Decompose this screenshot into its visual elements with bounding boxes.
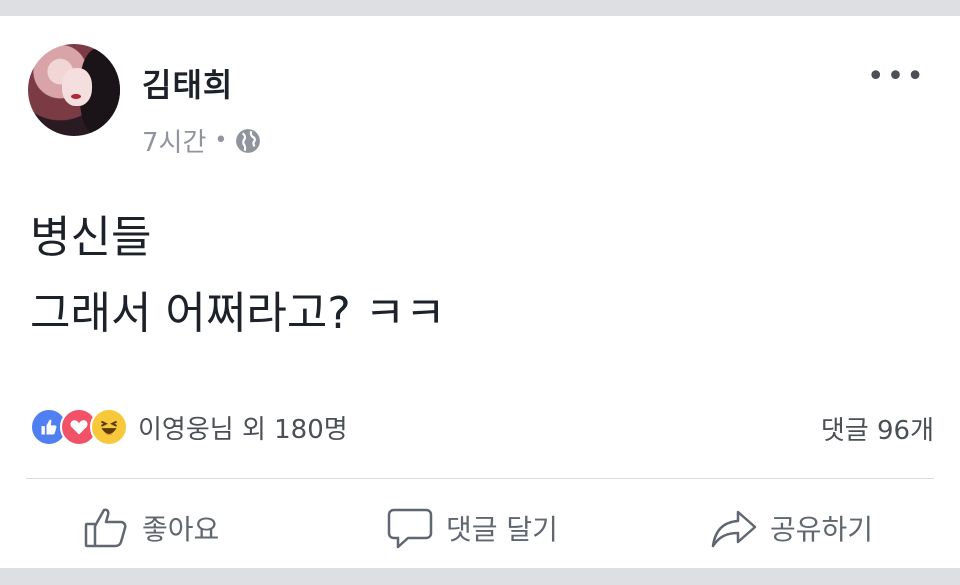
- thumbs-up-icon: [84, 508, 127, 548]
- reactions-text: 이영웅님 외 180명: [138, 414, 348, 445]
- author-avatar[interactable]: [28, 44, 120, 136]
- post-text-line: 병신들: [30, 212, 152, 263]
- post-time[interactable]: 7시간: [142, 122, 206, 159]
- avatar-face: [62, 68, 92, 106]
- comment-bubble-icon: [387, 508, 433, 549]
- post-text: 병신들 그래서 어쩌라고? ㅋㅋ: [30, 200, 446, 352]
- haha-icon: [90, 408, 128, 446]
- meta-separator: •: [214, 128, 228, 153]
- comment-label: 댓글 달기: [446, 513, 558, 546]
- like-button[interactable]: 좋아요: [82, 504, 219, 552]
- avatar-lips: [71, 94, 81, 99]
- globe-icon[interactable]: [235, 128, 261, 154]
- comments-count[interactable]: 댓글 96개: [821, 410, 934, 447]
- author-name[interactable]: 김태희: [142, 60, 233, 106]
- more-options-button[interactable]: •••: [867, 62, 926, 92]
- share-button[interactable]: 공유하기: [710, 504, 873, 552]
- divider: [26, 478, 934, 479]
- action-bar: 좋아요 댓글 달기 공유하기: [0, 504, 960, 564]
- post-text-line: 그래서 어쩌라고? ㅋㅋ: [30, 288, 446, 339]
- comment-button[interactable]: 댓글 달기: [386, 504, 558, 552]
- post-card: 김태희 7시간 • ••• 병신들 그래서 어쩌라고? ㅋㅋ 이영웅님 외 18…: [0, 16, 960, 568]
- share-label: 공유하기: [770, 513, 874, 546]
- like-label: 좋아요: [142, 513, 220, 546]
- share-arrow-icon: [711, 510, 757, 548]
- post-meta: 7시간 •: [142, 122, 261, 159]
- reactions-summary[interactable]: 이영웅님 외 180명: [30, 408, 348, 446]
